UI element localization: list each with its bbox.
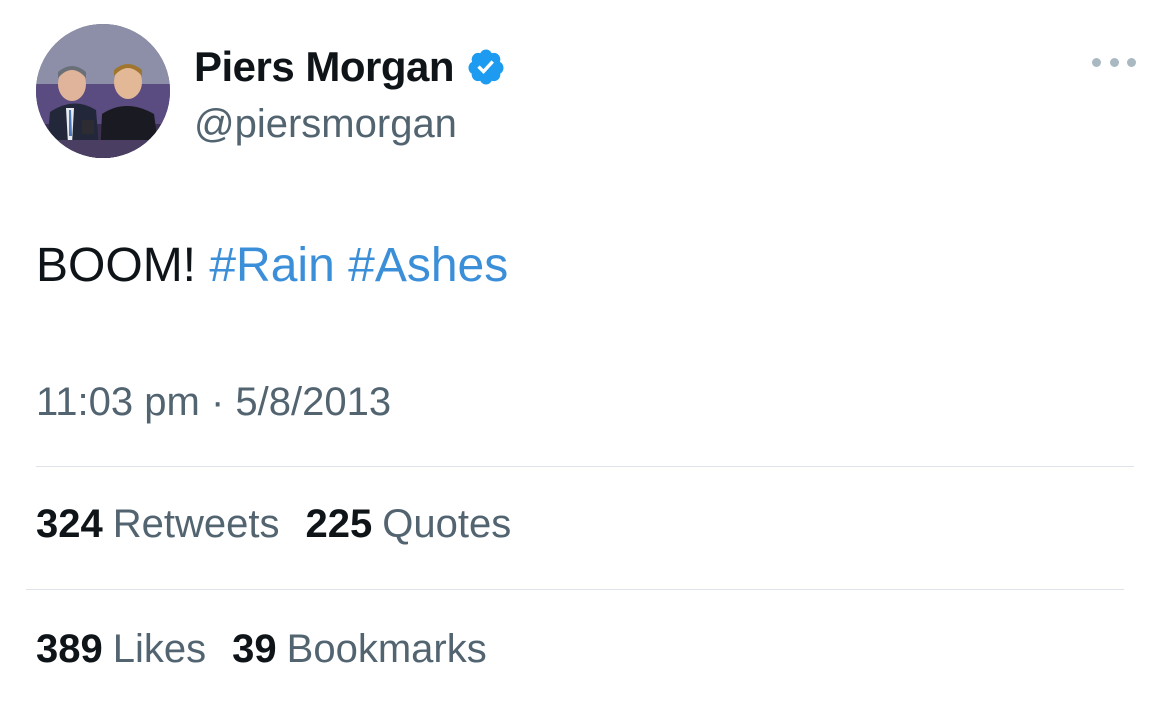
- more-dot: [1092, 57, 1101, 67]
- tweet-timestamp[interactable]: 11:03 pm · 5/8/2013: [36, 380, 391, 425]
- retweets-label: Retweets: [112, 502, 280, 546]
- quotes-count: 225: [305, 502, 373, 546]
- tweet-text: BOOM! #Rain #Ashes: [36, 238, 508, 293]
- verified-badge-icon[interactable]: [466, 47, 506, 87]
- divider: [36, 466, 1134, 467]
- tweet-header: Piers Morgan @piersmorgan: [36, 24, 1136, 164]
- display-name-row: Piers Morgan: [194, 42, 506, 92]
- stats-row-shares: 324 Retweets 225 Quotes: [36, 502, 537, 547]
- more-dot: [1109, 57, 1119, 67]
- hashtag-link[interactable]: #Ashes: [348, 239, 508, 292]
- bookmarks-stat[interactable]: 39 Bookmarks: [232, 627, 487, 672]
- likes-stat[interactable]: 389 Likes: [36, 627, 206, 672]
- tweet-time: 11:03 pm: [36, 380, 200, 424]
- avatar[interactable]: [36, 24, 170, 158]
- stats-row-engagement: 389 Likes 39 Bookmarks: [36, 627, 513, 672]
- more-dot: [1127, 57, 1136, 67]
- user-handle[interactable]: @piersmorgan: [194, 102, 506, 147]
- bookmarks-count: 39: [232, 627, 277, 671]
- timestamp-separator: ·: [210, 380, 225, 424]
- quotes-stat[interactable]: 225 Quotes: [306, 502, 512, 547]
- display-name[interactable]: Piers Morgan: [194, 43, 455, 91]
- tweet-card: Piers Morgan @piersmorgan BOOM! #Rain #A…: [0, 0, 1170, 701]
- likes-label: Likes: [112, 627, 207, 671]
- tweet-body-text: BOOM!: [36, 239, 197, 292]
- hashtag-link[interactable]: #Rain: [209, 239, 334, 292]
- tweet-date: 5/8/2013: [235, 380, 392, 424]
- retweets-count: 324: [36, 502, 103, 546]
- divider: [26, 589, 1124, 590]
- more-options-icon[interactable]: [1092, 52, 1136, 72]
- likes-count: 389: [36, 627, 103, 671]
- bookmarks-label: Bookmarks: [286, 627, 487, 671]
- user-info: Piers Morgan @piersmorgan: [194, 42, 506, 147]
- retweets-stat[interactable]: 324 Retweets: [36, 502, 280, 547]
- avatar-photo: [36, 24, 170, 158]
- quotes-label: Quotes: [382, 502, 512, 546]
